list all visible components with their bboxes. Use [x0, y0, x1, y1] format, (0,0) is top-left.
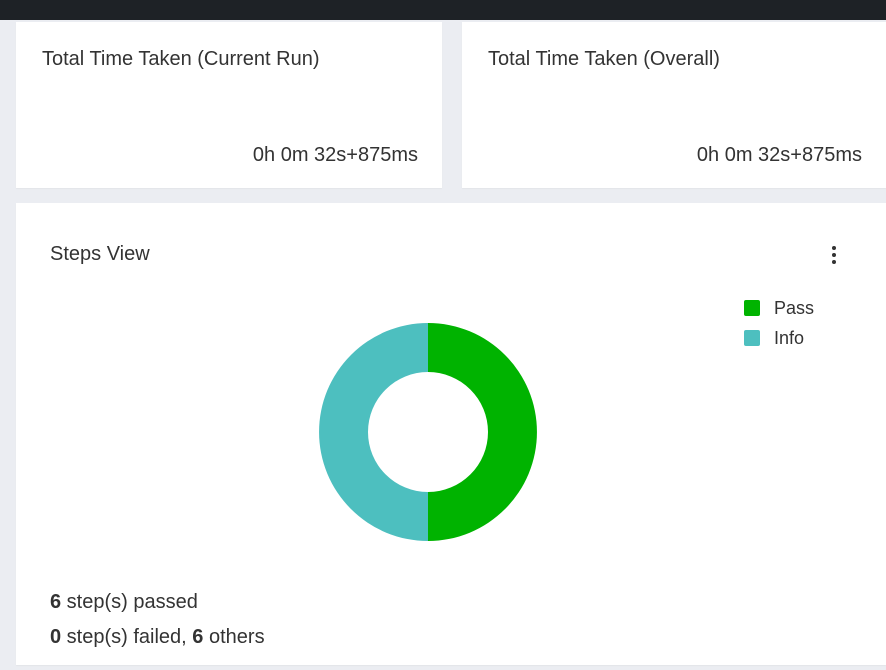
- passed-count: 6: [50, 591, 62, 613]
- legend-item-info[interactable]: Info: [744, 323, 814, 353]
- passed-text: step(s) passed: [61, 591, 198, 613]
- legend-label-info: Info: [774, 327, 805, 348]
- donut-slice-info[interactable]: [319, 323, 428, 541]
- time-overall-title: Total Time Taken (Overall): [488, 48, 720, 70]
- time-overall-card: Total Time Taken (Overall) 0h 0m 32s+875…: [462, 22, 886, 188]
- others-count: 6: [192, 626, 204, 648]
- legend-label-pass: Pass: [774, 297, 815, 318]
- legend-swatch-info: [744, 330, 760, 346]
- top-bar: [0, 0, 886, 20]
- steps-donut-chart: [319, 323, 537, 541]
- time-overall-value: 0h 0m 32s+875ms: [696, 144, 862, 166]
- chart-legend: Pass Info: [744, 293, 814, 353]
- steps-view-title: Steps View: [50, 243, 150, 265]
- time-current-title: Total Time Taken (Current Run): [42, 48, 320, 70]
- legend-swatch-pass: [744, 300, 760, 316]
- more-vertical-icon[interactable]: [826, 246, 842, 268]
- failed-count: 0: [50, 626, 62, 648]
- donut-slice-pass[interactable]: [428, 323, 537, 541]
- summary-passed: 6 step(s) passed: [50, 591, 198, 614]
- failed-text: step(s) failed,: [61, 626, 193, 648]
- legend-item-pass[interactable]: Pass: [744, 293, 814, 323]
- steps-view-card: Steps View Pass Info 6 step(s) passed 0 …: [16, 203, 886, 665]
- time-current-value: 0h 0m 32s+875ms: [252, 144, 418, 166]
- others-text: others: [203, 626, 265, 648]
- time-current-card: Total Time Taken (Current Run) 0h 0m 32s…: [16, 22, 442, 188]
- summary-failed-others: 0 step(s) failed, 6 others: [50, 626, 265, 649]
